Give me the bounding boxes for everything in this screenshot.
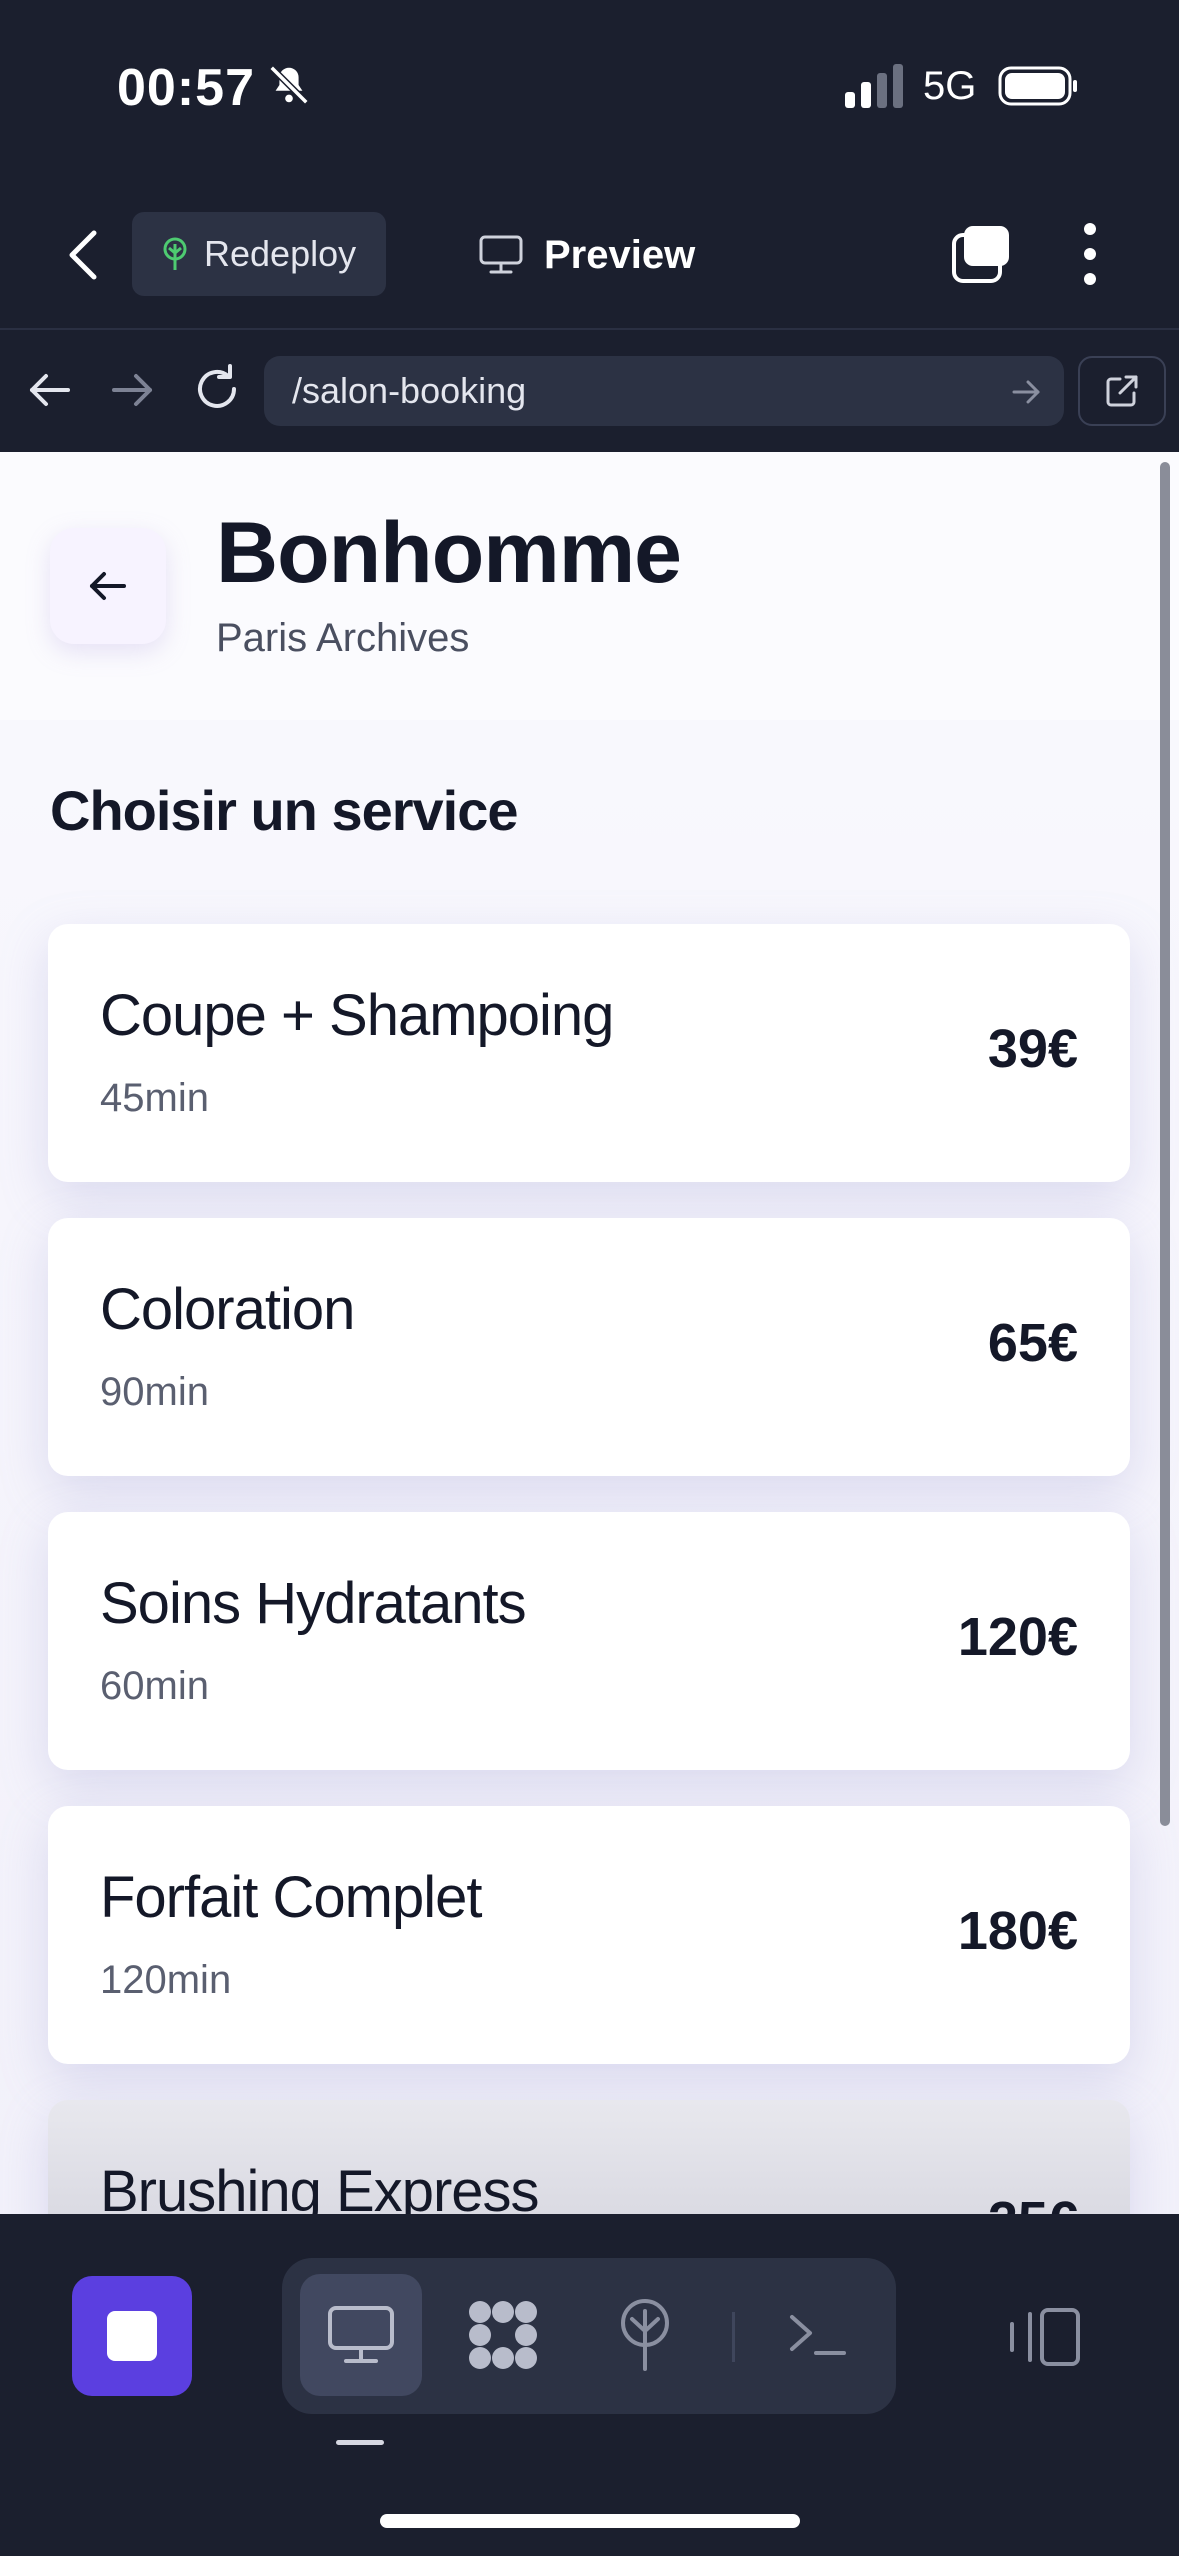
reload-icon[interactable] [190,362,244,416]
service-name: Brushing Express [100,2159,540,2214]
scrollbar[interactable] [1160,462,1170,1826]
service-name: Coloration [100,1277,355,1342]
arrow-left-icon [90,572,126,600]
web-preview: Bonhomme Paris Archives Choisir un servi… [0,452,1179,2214]
battery-icon [998,66,1077,106]
service-card[interactable]: Coloration 90min 65€ [48,1218,1130,1476]
open-external-button[interactable] [1078,356,1166,426]
service-name: Coupe + Shampoing [100,983,614,1048]
arrow-right-icon[interactable] [108,366,156,414]
bottom-bar [0,2214,1179,2556]
service-duration: 60min [100,1664,209,1708]
split-panel-icon[interactable] [1006,2304,1082,2370]
page-header: Bonhomme Paris Archives [0,452,1179,720]
service-duration: 90min [100,1370,209,1414]
service-card[interactable]: Soins Hydratants 60min 120€ [48,1512,1130,1770]
service-price: 120€ [957,1607,1078,1667]
go-arrow-icon[interactable] [1010,376,1042,408]
service-duration: 45min [100,1076,209,1120]
page-back-button[interactable] [50,528,166,644]
service-price: 25€ [988,2190,1078,2214]
stop-icon [107,2311,157,2361]
back-chevron-icon[interactable] [58,225,108,285]
components-view-button[interactable] [442,2274,564,2396]
view-switcher [282,2258,896,2414]
salon-location: Paris Archives [216,616,470,660]
signal-icon [845,64,903,108]
active-tab-indicator [336,2440,384,2445]
more-vertical-icon[interactable] [1070,221,1110,287]
terminal-view-button[interactable] [756,2274,878,2396]
service-name: Forfait Complet [100,1865,482,1930]
external-link-icon [1106,375,1138,407]
tree-icon [163,237,187,270]
tabs-icon[interactable] [950,223,1012,285]
monitor-icon [328,2306,394,2363]
network-type: 5G [923,64,977,108]
url-bar: /salon-booking [0,332,1179,452]
deploy-view-button[interactable] [584,2274,706,2396]
monitor-icon [479,235,523,274]
preview-tab[interactable]: Preview [478,215,695,295]
components-icon [469,2301,537,2369]
app-toolbar: Redeploy Preview [0,175,1179,330]
home-indicator [380,2514,800,2528]
service-price: 65€ [987,1313,1078,1373]
redeploy-label: Redeploy [204,233,357,274]
preview-view-button[interactable] [300,2274,422,2396]
preview-label: Preview [544,232,696,277]
segment-divider [732,2312,735,2362]
service-card[interactable]: Coupe + Shampoing 45min 39€ [48,924,1130,1182]
status-bar: 00:57 5G [0,0,1179,175]
section-title: Choisir un service [50,779,519,842]
url-text: /salon-booking [292,370,527,411]
url-field[interactable]: /salon-booking [264,356,1064,426]
service-price: 39€ [987,1019,1078,1079]
service-card[interactable]: Forfait Complet 120min 180€ [48,1806,1130,2064]
terminal-icon [790,2315,846,2355]
service-name: Soins Hydratants [100,1571,527,1636]
redeploy-button[interactable]: Redeploy [132,212,386,296]
bell-slash-icon [269,65,309,105]
service-duration: 120min [100,1958,232,2002]
stop-button[interactable] [72,2276,192,2396]
arrow-left-icon[interactable] [26,366,74,414]
service-card[interactable]: Brushing Express 25€ [48,2100,1130,2214]
status-time: 00:57 [117,59,255,117]
service-price: 180€ [957,1901,1078,1961]
salon-name: Bonhomme [216,505,682,601]
deploy-tree-icon [621,2299,669,2371]
